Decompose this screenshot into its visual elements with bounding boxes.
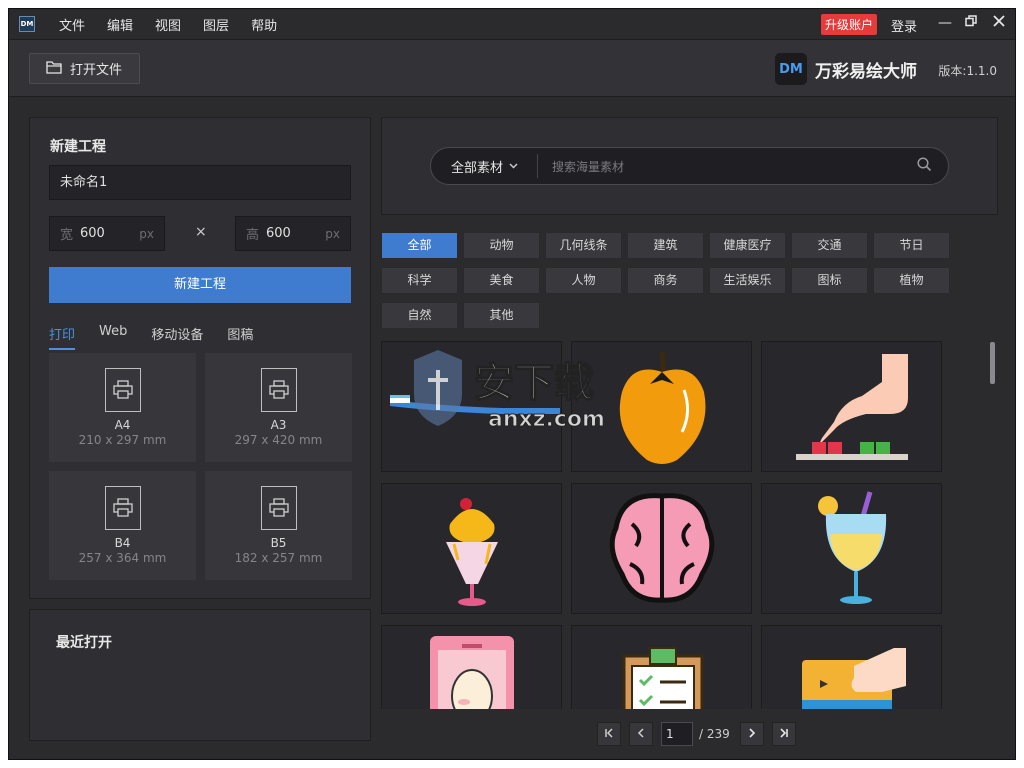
page-total: / 239 xyxy=(699,727,730,741)
brand-logo-icon: DM xyxy=(775,53,807,85)
height-input[interactable]: 高 600 px xyxy=(235,216,351,251)
search-divider xyxy=(537,154,538,178)
login-button[interactable]: 登录 xyxy=(891,16,917,35)
prev-page-icon[interactable] xyxy=(629,722,653,746)
preset-card-b5[interactable]: B5 182 x 257 mm xyxy=(205,471,352,580)
project-name-input[interactable]: 未命名1 xyxy=(49,165,351,200)
chevron-down-icon xyxy=(509,161,518,172)
menu-view[interactable]: 视图 xyxy=(155,15,181,34)
menu-edit[interactable]: 编辑 xyxy=(107,15,133,34)
tab-web[interactable]: Web xyxy=(99,324,127,350)
preset-size: 182 x 257 mm xyxy=(234,551,323,565)
preset-card-b4[interactable]: B4 257 x 364 mm xyxy=(49,471,196,580)
search-input[interactable]: 搜索海量素材 xyxy=(552,158,917,175)
scope-select[interactable]: 全部素材 xyxy=(451,157,537,176)
minimize-icon[interactable]: — xyxy=(935,13,955,33)
category-icons[interactable]: 图标 xyxy=(791,267,868,294)
search-icon[interactable] xyxy=(917,156,932,176)
asset-clipboard-checklist[interactable] xyxy=(571,625,752,709)
asset-card-hand[interactable] xyxy=(761,625,942,709)
category-plants[interactable]: 植物 xyxy=(873,267,950,294)
height-unit: px xyxy=(325,226,340,241)
category-lifestyle[interactable]: 生活娱乐 xyxy=(709,267,786,294)
create-project-button[interactable]: 新建工程 xyxy=(49,267,351,303)
upgrade-account-button[interactable]: 升级账户 xyxy=(820,14,877,35)
pagination: 1 / 239 xyxy=(597,722,804,746)
brand: DM 万彩易绘大师 xyxy=(775,53,917,85)
preset-name: A3 xyxy=(270,418,287,432)
open-file-label: 打开文件 xyxy=(70,63,123,78)
close-icon[interactable] xyxy=(989,13,1009,33)
recent-title: 最近打开 xyxy=(56,635,112,651)
menu-layer[interactable]: 图层 xyxy=(203,15,229,34)
preset-size: 210 x 297 mm xyxy=(78,433,167,447)
category-nature[interactable]: 自然 xyxy=(381,302,458,329)
new-project-panel: 新建工程 未命名1 宽 600 px × 高 600 px 新建工程 打印 We… xyxy=(29,117,371,599)
open-file-button[interactable]: 打开文件 xyxy=(29,53,140,84)
tab-artboard[interactable]: 图稿 xyxy=(227,324,253,350)
scope-label: 全部素材 xyxy=(451,160,504,176)
preset-size: 297 x 420 mm xyxy=(234,433,323,447)
tab-mobile[interactable]: 移动设备 xyxy=(151,324,203,350)
category-transport[interactable]: 交通 xyxy=(791,232,868,259)
asset-card-portrait[interactable] xyxy=(381,625,562,709)
width-unit: px xyxy=(139,226,154,241)
folder-icon xyxy=(46,60,62,78)
asset-ice-cream-sundae[interactable] xyxy=(381,483,562,614)
preset-name: B4 xyxy=(114,536,131,550)
height-prefix: 高 xyxy=(246,228,260,243)
search-panel: 全部素材 搜索海量素材 xyxy=(381,117,998,215)
printer-icon xyxy=(260,486,297,530)
asset-cocktail[interactable] xyxy=(761,483,942,614)
recent-panel: 最近打开 xyxy=(29,609,371,741)
menu-help[interactable]: 帮助 xyxy=(251,15,277,34)
category-other[interactable]: 其他 xyxy=(463,302,540,329)
menu-file[interactable]: 文件 xyxy=(59,15,85,34)
last-page-icon[interactable] xyxy=(771,722,796,746)
category-food[interactable]: 美食 xyxy=(463,267,540,294)
height-value: 600 xyxy=(266,226,291,241)
preset-card-a3[interactable]: A3 297 x 420 mm xyxy=(205,353,352,462)
new-project-title: 新建工程 xyxy=(50,139,106,155)
gallery-scrollbar[interactable] xyxy=(990,342,995,384)
menu-bar: DM 文件 编辑 视图 图层 帮助 升级账户 登录 — xyxy=(9,9,1015,39)
preset-name: A4 xyxy=(114,418,131,432)
category-people[interactable]: 人物 xyxy=(545,267,622,294)
preset-name: B5 xyxy=(270,536,287,550)
category-health[interactable]: 健康医疗 xyxy=(709,232,786,259)
restore-icon[interactable] xyxy=(961,13,981,33)
asset-finger-press[interactable] xyxy=(761,341,942,472)
category-holiday[interactable]: 节日 xyxy=(873,232,950,259)
page-number-input[interactable]: 1 xyxy=(661,722,693,746)
version-label: 版本:1.1.0 xyxy=(938,64,997,78)
category-science[interactable]: 科学 xyxy=(381,267,458,294)
width-input[interactable]: 宽 600 px xyxy=(49,216,165,251)
width-prefix: 宽 xyxy=(60,228,74,243)
category-architecture[interactable]: 建筑 xyxy=(627,232,704,259)
preset-size: 257 x 364 mm xyxy=(78,551,167,565)
category-animals[interactable]: 动物 xyxy=(463,232,540,259)
preset-tabs: 打印 Web 移动设备 图稿 xyxy=(49,324,277,350)
width-value: 600 xyxy=(80,226,105,241)
asset-toothbrush[interactable] xyxy=(381,341,562,472)
toolbar: 打开文件 DM 万彩易绘大师 版本:1.1.0 xyxy=(9,39,1015,97)
brand-name: 万彩易绘大师 xyxy=(815,61,917,82)
app-logo-icon: DM xyxy=(19,16,35,32)
printer-icon xyxy=(260,368,297,412)
asset-brain[interactable] xyxy=(571,483,752,614)
tab-print[interactable]: 打印 xyxy=(49,324,76,350)
main-window: DM 文件 编辑 视图 图层 帮助 升级账户 登录 — 打开文件 DM 万彩易绘… xyxy=(8,8,1016,760)
category-business[interactable]: 商务 xyxy=(627,267,704,294)
category-geometry[interactable]: 几何线条 xyxy=(545,232,622,259)
next-page-icon[interactable] xyxy=(739,722,764,746)
first-page-icon[interactable] xyxy=(597,722,621,746)
preset-card-a4[interactable]: A4 210 x 297 mm xyxy=(49,353,196,462)
printer-icon xyxy=(104,368,141,412)
asset-pumpkin[interactable] xyxy=(571,341,752,472)
printer-icon xyxy=(104,486,141,530)
times-sign: × xyxy=(195,224,207,240)
search-bar: 全部素材 搜索海量素材 xyxy=(430,147,949,185)
asset-gallery xyxy=(381,341,981,709)
category-all[interactable]: 全部 xyxy=(381,232,458,259)
